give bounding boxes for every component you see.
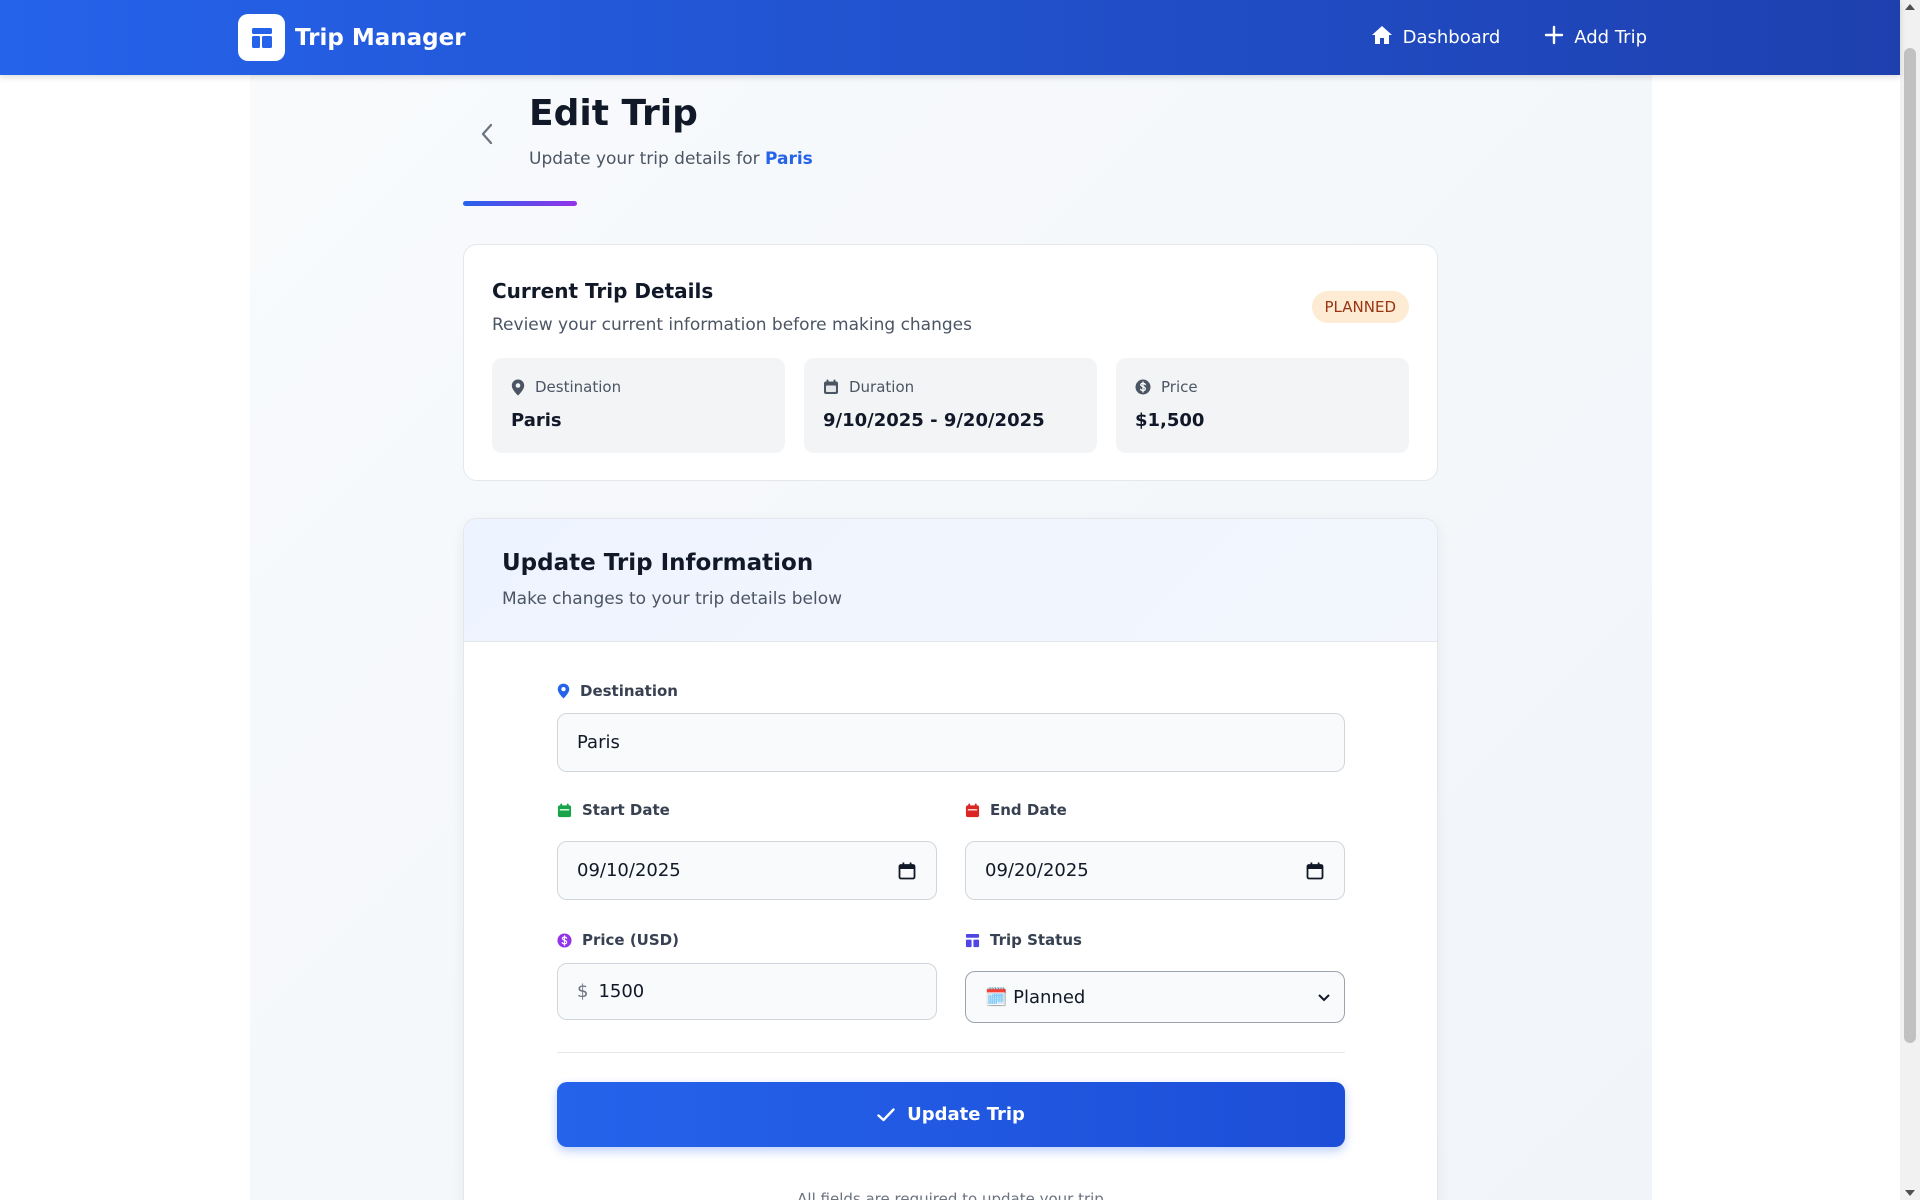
plus-icon	[1544, 25, 1564, 50]
info-price-label: Price	[1161, 378, 1198, 396]
brand-name: Trip Manager	[295, 24, 466, 51]
info-price-value: $1,500	[1135, 410, 1205, 431]
end-date-label: End Date	[965, 801, 1067, 819]
info-duration-value: 9/10/2025 - 9/20/2025	[823, 410, 1045, 431]
price-input[interactable]: $ 1500	[557, 963, 937, 1020]
scroll-up-arrow-icon[interactable]	[1905, 4, 1915, 10]
page-subtitle: Update your trip details for Paris	[529, 149, 813, 169]
title-accent-line	[463, 201, 577, 206]
info-destination-label: Destination	[535, 378, 622, 396]
calendar-icon	[557, 802, 572, 817]
brand[interactable]: Trip Manager	[238, 14, 466, 61]
start-date-label-text: Start Date	[582, 801, 670, 819]
form-footer-note: All fields are required to update your t…	[797, 1190, 1104, 1200]
back-button[interactable]	[472, 116, 502, 152]
nav-dashboard-link[interactable]: Dashboard	[1371, 25, 1501, 50]
trip-status-value: 🗓️ Planned	[985, 986, 1086, 1008]
destination-label: Destination	[557, 682, 678, 700]
dollar-circle-icon	[557, 932, 572, 948]
update-trip-button[interactable]: Update Trip	[557, 1082, 1345, 1147]
layout-icon	[965, 933, 980, 947]
dollar-circle-icon	[1135, 379, 1151, 395]
end-date-input[interactable]: 09/20/2025	[965, 841, 1345, 900]
info-duration: Duration 9/10/2025 - 9/20/2025	[804, 358, 1097, 453]
map-pin-icon	[557, 683, 570, 699]
current-trip-card: Current Trip Details Review your current…	[463, 244, 1438, 481]
price-label-text: Price (USD)	[582, 931, 679, 949]
update-card-title: Update Trip Information	[502, 550, 814, 576]
info-destination-value: Paris	[511, 410, 562, 431]
destination-input[interactable]: Paris	[557, 713, 1345, 772]
info-destination: Destination Paris	[492, 358, 785, 453]
currency-symbol: $	[577, 981, 589, 1002]
update-trip-button-label: Update Trip	[907, 1104, 1025, 1125]
vertical-scrollbar[interactable]	[1900, 0, 1920, 1200]
nav-dashboard-label: Dashboard	[1402, 27, 1501, 48]
brand-logo-icon	[238, 14, 285, 61]
info-duration-label: Duration	[849, 378, 915, 396]
calendar-icon	[965, 802, 980, 817]
scroll-thumb[interactable]	[1904, 48, 1916, 1043]
home-icon	[1371, 25, 1393, 50]
update-card-subtitle: Make changes to your trip details below	[502, 589, 842, 609]
end-date-value: 09/20/2025	[985, 860, 1089, 881]
start-date-label: Start Date	[557, 801, 670, 819]
date-picker-icon[interactable]	[898, 862, 916, 880]
update-card-header: Update Trip Information Make changes to …	[464, 519, 1437, 642]
price-label: Price (USD)	[557, 931, 679, 949]
page-subtitle-text: Update your trip details for	[529, 149, 765, 169]
trip-status-select[interactable]: 🗓️ Planned	[965, 971, 1345, 1023]
map-pin-icon	[511, 379, 525, 395]
current-trip-title: Current Trip Details	[492, 279, 714, 303]
status-badge: PLANNED	[1311, 291, 1409, 323]
date-picker-icon[interactable]	[1306, 862, 1324, 880]
page-title: Edit Trip	[529, 93, 698, 134]
destination-input-value: Paris	[577, 732, 620, 753]
info-price: Price $1,500	[1116, 358, 1409, 453]
start-date-input[interactable]: 09/10/2025	[557, 841, 937, 900]
chevron-left-icon	[481, 123, 493, 145]
destination-label-text: Destination	[580, 682, 678, 700]
scroll-down-arrow-icon[interactable]	[1905, 1190, 1915, 1196]
calendar-icon	[824, 379, 838, 394]
top-navbar: Trip Manager Dashboard Add Trip	[0, 0, 1900, 75]
nav-add-trip-link[interactable]: Add Trip	[1544, 25, 1647, 50]
page-subtitle-destination: Paris	[765, 149, 813, 169]
update-trip-card: Update Trip Information Make changes to …	[463, 518, 1438, 1200]
price-input-value: 1500	[598, 981, 645, 1002]
start-date-value: 09/10/2025	[577, 860, 681, 881]
current-trip-subtitle: Review your current information before m…	[492, 315, 972, 335]
nav-add-trip-label: Add Trip	[1574, 27, 1647, 48]
chevron-down-icon	[1318, 994, 1330, 1002]
end-date-label-text: End Date	[990, 801, 1067, 819]
trip-status-label: Trip Status	[965, 931, 1082, 949]
form-divider	[557, 1052, 1345, 1053]
trip-status-label-text: Trip Status	[990, 931, 1082, 949]
check-icon	[877, 1107, 895, 1121]
